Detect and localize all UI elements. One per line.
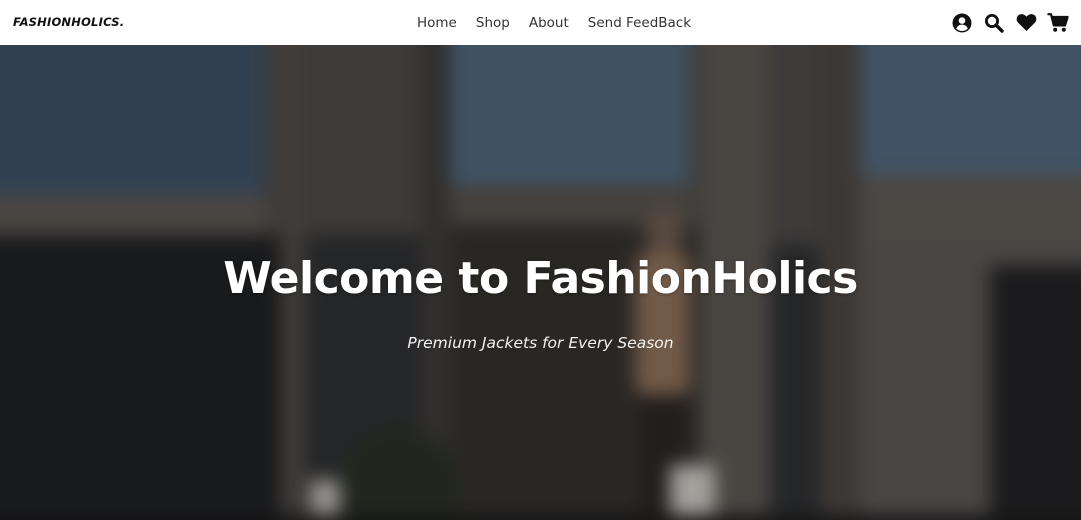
nav-links: Home Shop About Send FeedBack: [417, 0, 710, 45]
navbar: FASHIONHOLICS. Home Shop About Send Feed…: [0, 0, 1081, 45]
nav-icons: [941, 0, 1069, 45]
nav-link-about[interactable]: About: [529, 15, 569, 31]
search-icon[interactable]: [983, 12, 1005, 34]
heart-icon[interactable]: [1015, 12, 1037, 34]
cart-icon[interactable]: [1047, 12, 1069, 34]
hero-banner: Welcome to FashionHolics Premium Jackets…: [0, 45, 1081, 520]
nav-link-shop[interactable]: Shop: [476, 15, 510, 31]
user-icon[interactable]: [951, 12, 973, 34]
hero-subtitle: Premium Jackets for Every Season: [407, 334, 674, 352]
hero-title: Welcome to FashionHolics: [223, 253, 858, 304]
brand-logo[interactable]: FASHIONHOLICS.: [13, 15, 124, 29]
nav-link-home[interactable]: Home: [417, 15, 457, 31]
nav-link-send-feedback[interactable]: Send FeedBack: [588, 15, 691, 31]
